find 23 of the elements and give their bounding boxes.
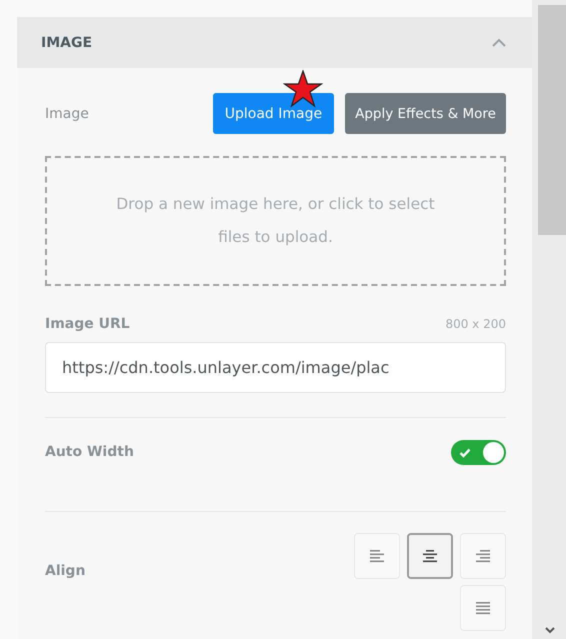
align-button[interactable] (407, 533, 453, 579)
section-title: IMAGE (41, 34, 92, 50)
image-label: Image (45, 106, 89, 122)
auto-width-toggle[interactable] (451, 440, 506, 464)
image-url-label: Image URL (45, 316, 130, 332)
upload-button[interactable]: Upload Image (212, 93, 334, 134)
section-header[interactable]: IMAGE (17, 17, 532, 68)
align-icon (475, 601, 491, 615)
auto-width-label: Auto Width (45, 444, 134, 460)
effects-button[interactable]: Apply Effects & More (345, 93, 506, 134)
scroll-down-icon[interactable] (545, 627, 555, 634)
align-icon (475, 549, 491, 563)
drop-zone-text: Drop a new image here, or click to select files to upload. (115, 194, 436, 248)
align-icon (369, 549, 385, 563)
scrollbar[interactable] (532, 0, 566, 639)
align-icon (422, 549, 438, 563)
scrollbar-thumb[interactable] (538, 5, 566, 235)
url-input-field[interactable]: https://cdn.tools.unlayer.com/image/plac (45, 342, 506, 393)
star-icon (283, 70, 323, 108)
align-label: Align (45, 563, 86, 579)
image-size-text: 800 x 200 (445, 317, 506, 331)
collapse-icon[interactable] (492, 38, 506, 47)
check-icon (459, 448, 471, 458)
